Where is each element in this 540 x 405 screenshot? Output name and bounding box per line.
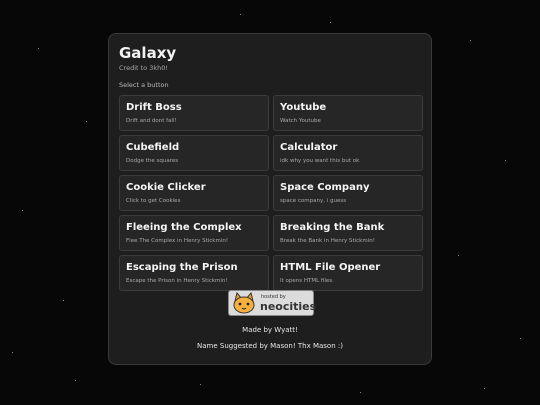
drift-boss-button[interactable]: Drift Boss Drift and dont fall!	[119, 95, 269, 131]
select-prompt: Select a button	[119, 81, 169, 89]
neocities-badge[interactable]: hosted by neocities	[228, 290, 317, 316]
button-description: Escape the Prison in Henry Stickmin!	[126, 278, 228, 284]
button-description: idk why you want this but ok	[280, 158, 360, 164]
button-description: Watch Youtube	[280, 118, 321, 124]
html-file-opener-button[interactable]: HTML File Opener It opens HTML files.	[273, 255, 423, 291]
button-description: space company, i guess	[280, 198, 347, 204]
button-description: Flee The Complex in Henry Stickmin!	[126, 238, 229, 244]
youtube-button[interactable]: Youtube Watch Youtube	[273, 95, 423, 131]
button-title: Fleeing the Complex	[126, 222, 242, 233]
cookie-clicker-button[interactable]: Cookie Clicker Click to get Cookies	[119, 175, 269, 211]
page-title: Galaxy	[119, 44, 177, 62]
button-title: Cubefield	[126, 142, 180, 153]
button-title: Cookie Clicker	[126, 182, 206, 193]
fleeing-the-complex-button[interactable]: Fleeing the Complex Flee The Complex in …	[119, 215, 269, 251]
cubefield-button[interactable]: Cubefield Dodge the squares	[119, 135, 269, 171]
button-title: HTML File Opener	[280, 262, 381, 273]
button-description: It opens HTML files.	[280, 278, 334, 284]
calculator-button[interactable]: Calculator idk why you want this but ok	[273, 135, 423, 171]
neocities-cat-icon	[233, 292, 255, 314]
badge-brand-text: neocities	[260, 300, 317, 313]
button-grid: Drift Boss Drift and dont fall! Youtube …	[119, 95, 423, 291]
credit-text: Credit to 3kh0!	[119, 64, 168, 72]
button-title: Breaking the Bank	[280, 222, 385, 233]
button-description: Click to get Cookies	[126, 198, 181, 204]
button-description: Dodge the squares	[126, 158, 179, 164]
button-title: Space Company	[280, 182, 370, 193]
button-description: Drift and dont fall!	[126, 118, 177, 124]
button-title: Youtube	[280, 102, 327, 113]
name-suggested-text: Name Suggested by Mason! Thx Mason :)	[197, 342, 343, 350]
escaping-the-prison-button[interactable]: Escaping the Prison Escape the Prison in…	[119, 255, 269, 291]
space-company-button[interactable]: Space Company space company, i guess	[273, 175, 423, 211]
main-panel: Galaxy Credit to 3kh0! Select a button D…	[108, 33, 432, 365]
button-description: Break the Bank in Henry Stickmin!	[280, 238, 375, 244]
made-by-text: Made by Wyatt!	[242, 326, 298, 334]
breaking-the-bank-button[interactable]: Breaking the Bank Break the Bank in Henr…	[273, 215, 423, 251]
button-title: Escaping the Prison	[126, 262, 238, 273]
button-title: Calculator	[280, 142, 338, 153]
button-title: Drift Boss	[126, 102, 182, 113]
